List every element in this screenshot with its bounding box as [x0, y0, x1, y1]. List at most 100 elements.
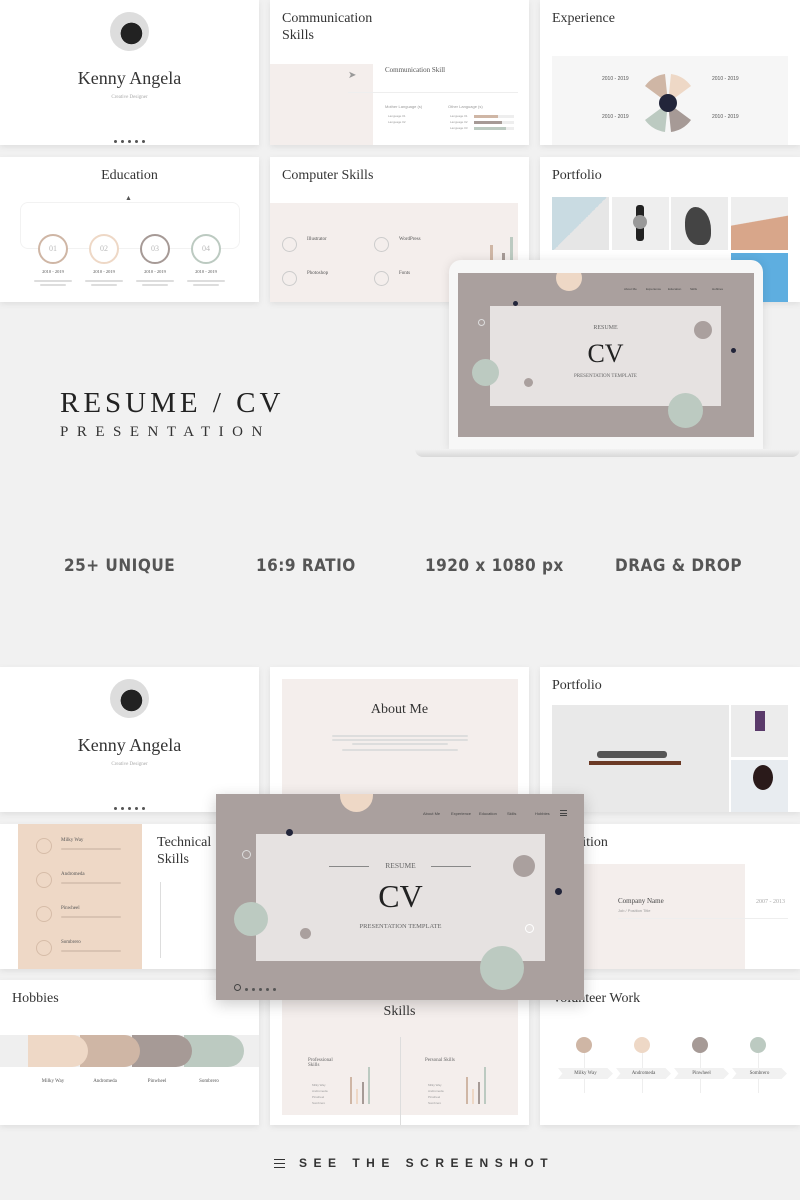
nav-link[interactable]: Hobbies	[535, 811, 550, 816]
skill-bar	[356, 1089, 358, 1104]
portfolio-image	[731, 197, 788, 250]
position-panel	[580, 864, 745, 969]
skill-item: Andromeda	[312, 1089, 328, 1093]
skill-bar	[466, 1076, 468, 1104]
feature-unique: 25+ UNIQUE	[64, 556, 176, 576]
slide-title: Hobbies	[12, 991, 59, 1006]
nav-link[interactable]: About Me	[624, 287, 637, 291]
volunteer-name: Andromeda	[616, 1068, 671, 1079]
slide-title: Education	[101, 168, 158, 183]
nav-link[interactable]: Skills	[690, 287, 697, 291]
education-step: 03	[140, 234, 170, 264]
menu-icon[interactable]	[560, 810, 567, 816]
slide-communication-skills[interactable]: Communication Skills ➤ Communication Ski…	[270, 0, 529, 145]
hobby-segment	[28, 1035, 88, 1067]
social-icons	[0, 130, 259, 145]
volunteer-name: Milky Way	[558, 1068, 613, 1079]
skill-item: Milky Way	[312, 1083, 326, 1087]
other-language-item: Language 03	[450, 126, 468, 130]
hobby-name: Sombrero	[199, 1079, 219, 1084]
slide-volunteer-work[interactable]: Volunteer Work Milky Way Andromeda Pinwhee…	[540, 980, 800, 1125]
slide-title: Communication Skills	[282, 11, 373, 43]
feature-resolution: 1920 x 1080 px	[425, 556, 564, 576]
volunteer-name: Pinwheel	[674, 1068, 729, 1079]
cover-subtitle: PRESENTATION TEMPLATE	[359, 923, 442, 930]
slide-title: Technical Skills	[157, 835, 212, 867]
slide-cv-cover-laptop[interactable]: About Me Experience Education Skills Hobbies…	[458, 273, 754, 437]
skill-item: Sombrero	[312, 1101, 326, 1105]
slide-profile[interactable]: Kenny Angela Creative Designer	[0, 0, 259, 145]
education-period: 2010 - 2019	[144, 269, 166, 274]
portfolio-image	[671, 197, 728, 250]
volunteer-icon	[750, 1037, 766, 1053]
slide-skills[interactable]: Skills Professional Skills Personal Skil…	[270, 995, 529, 1125]
computer-skill-icon	[282, 271, 297, 286]
computer-skill-name: Illustrator	[307, 237, 327, 242]
see-screenshot-button[interactable]: SEE THE SCREENSHOT	[274, 1156, 554, 1170]
nav-link[interactable]: About Me	[423, 811, 440, 816]
avatar	[110, 12, 149, 51]
education-step: 01	[38, 234, 68, 264]
nav-link[interactable]: Experience	[646, 287, 661, 291]
slide-about-me[interactable]: About Me	[270, 667, 529, 812]
slide-portfolio-2[interactable]: Portfolio	[540, 667, 800, 812]
technical-skill-icon	[36, 872, 52, 888]
portfolio-image	[612, 197, 669, 250]
language-bar	[474, 127, 514, 130]
slide-experience[interactable]: Experience 2010 - 2019 2010 - 2019 2010 …	[540, 0, 800, 145]
personal-label: Personal Skills	[425, 1058, 455, 1063]
slide-title: Computer Skills	[282, 168, 374, 183]
nav-link[interactable]: Experience	[451, 811, 471, 816]
nav-link[interactable]: Education	[668, 287, 681, 291]
education-period: 2010 - 2019	[195, 269, 217, 274]
skill-bar	[350, 1076, 352, 1104]
slide-education[interactable]: Education ▲ 01 2010 - 2019 02 2010 - 2019 03…	[0, 157, 259, 302]
cover-subtitle: PRESENTATION TEMPLATE	[574, 374, 637, 379]
portfolio-image	[552, 197, 609, 250]
other-language-label: Other Language (s)	[448, 104, 483, 109]
cover-title: CV	[587, 339, 624, 368]
portfolio-image	[731, 760, 788, 812]
technical-skill-icon	[36, 906, 52, 922]
slide-title: Portfolio	[552, 168, 602, 183]
slide-profile-2[interactable]: Kenny Angela Creative Designer	[0, 667, 259, 812]
education-period: 2010 - 2019	[93, 269, 115, 274]
hobby-segment	[132, 1035, 192, 1067]
feature-ratio: 16:9 RATIO	[256, 556, 356, 576]
slide-hobbies[interactable]: Hobbies Milky Way Andromeda Pinwheel Sombre…	[0, 980, 259, 1125]
profile-role: Creative Designer	[111, 762, 148, 767]
technical-skill-name: Andromeda	[61, 872, 85, 877]
hobby-segment	[184, 1035, 244, 1067]
computer-skill-icon	[374, 237, 389, 252]
volunteer-name: Sombrero	[732, 1068, 787, 1079]
computer-skill-icon	[374, 271, 389, 286]
profile-name: Kenny Angela	[77, 735, 182, 755]
profile-role: Creative Designer	[111, 95, 148, 100]
nav-link[interactable]: Skills	[507, 811, 516, 816]
education-period: 2010 - 2019	[42, 269, 64, 274]
mother-language-label: Mother Language (s)	[385, 104, 423, 109]
technical-skill-icon	[36, 838, 52, 854]
technical-skill-icon	[36, 940, 52, 956]
experience-period: 2010 - 2019	[602, 114, 629, 120]
menu-icon	[274, 1158, 285, 1168]
nav-link[interactable]: Education	[479, 811, 497, 816]
computer-skill-name: Photoshop	[307, 271, 329, 276]
cover-kicker: RESUME	[593, 325, 618, 331]
experience-period: 2010 - 2019	[712, 76, 739, 82]
cover-kicker: RESUME	[385, 861, 416, 870]
slide-title: Experience	[552, 11, 615, 26]
other-language-item: Language 01	[450, 114, 468, 118]
hobby-segment	[80, 1035, 140, 1067]
volunteer-icon	[692, 1037, 708, 1053]
slide-cv-cover-front[interactable]: About Me Experience Education Skills Hobbies…	[216, 794, 584, 1000]
skill-bar	[362, 1081, 364, 1104]
nav-link[interactable]: Hobbies	[712, 287, 723, 291]
laptop-base	[415, 449, 800, 457]
skill-bar	[478, 1081, 480, 1104]
skill-bar	[472, 1089, 474, 1104]
education-step: 02	[89, 234, 119, 264]
profile-name: Kenny Angela	[77, 68, 182, 88]
skill-item: Milky Way	[428, 1083, 442, 1087]
skill-item: Pinwheel	[428, 1095, 441, 1099]
